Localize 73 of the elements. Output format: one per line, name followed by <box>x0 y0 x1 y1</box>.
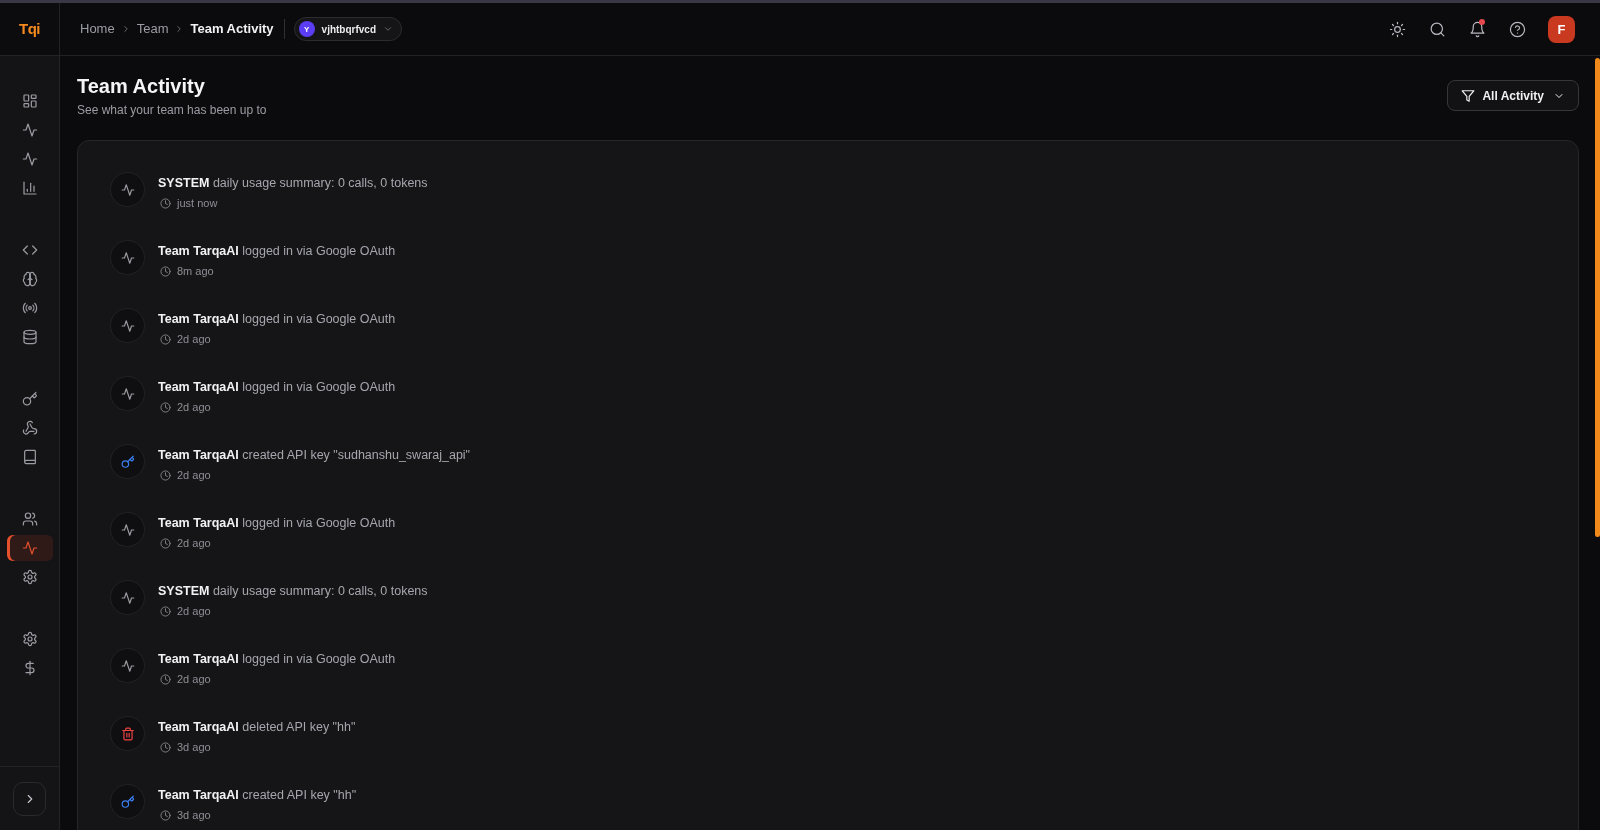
trash-icon <box>110 716 145 751</box>
activity-filter-dropdown[interactable]: All Activity <box>1447 80 1579 111</box>
activity-message: Team TarqaAI logged in via Google OAuth <box>158 379 396 396</box>
database-icon <box>21 329 38 345</box>
dashboard-icon <box>21 93 38 109</box>
activity-message: Team TarqaAI logged in via Google OAuth <box>158 515 396 532</box>
breadcrumb-link[interactable]: Team <box>136 20 169 38</box>
sidebar-nav-item[interactable] <box>6 535 53 561</box>
activity-time: 3d ago <box>177 808 211 823</box>
activity-message: Team TarqaAI logged in via Google OAuth <box>158 243 396 260</box>
help-icon <box>1508 20 1526 38</box>
pulse-icon <box>110 648 145 683</box>
activity-time: 2d ago <box>177 332 211 347</box>
page-title: Team Activity <box>77 74 206 98</box>
key-icon <box>110 444 145 479</box>
activity-message: Team TarqaAI created API key "sudhanshu_swaraj_api" <box>158 447 471 464</box>
activity-time: 2d ago <box>177 672 211 687</box>
clock-icon <box>160 265 171 277</box>
clock-icon <box>160 605 171 617</box>
activity-time: 3d ago <box>177 740 211 755</box>
clock-icon <box>160 469 171 481</box>
workspace-selector[interactable]: Y vjhtbqrfvcd <box>293 17 403 41</box>
activity-time: 2d ago <box>177 468 211 483</box>
key-icon <box>110 784 145 819</box>
bell-icon <box>1468 20 1486 38</box>
chevron-down-icon <box>383 24 394 34</box>
settings-icon <box>21 631 38 647</box>
pulse-icon <box>110 512 145 547</box>
pulse-icon <box>21 540 38 556</box>
activity-time: 2d ago <box>177 604 211 619</box>
activity-time: 2d ago <box>177 536 211 551</box>
clock-icon <box>160 401 171 413</box>
search-icon <box>1428 20 1446 38</box>
sun-icon <box>1388 20 1406 38</box>
pulse-icon <box>110 240 145 275</box>
broadcast-icon <box>21 300 38 316</box>
activity-message: Team TarqaAI logged in via Google OAuth <box>158 311 396 328</box>
pulse-icon <box>110 308 145 343</box>
pulse-icon <box>21 122 38 138</box>
clock-icon <box>160 537 171 549</box>
pulse-icon <box>110 376 145 411</box>
webhook-icon <box>21 420 38 436</box>
clock-icon <box>160 741 171 753</box>
breadcrumb-link[interactable]: Home <box>80 20 115 38</box>
key-icon <box>21 391 38 407</box>
filter-icon <box>1461 88 1476 103</box>
activity-message: Team TarqaAI deleted API key "hh" <box>158 719 356 736</box>
bar-chart-icon <box>21 180 38 196</box>
pulse-icon <box>110 580 145 615</box>
breadcrumb-link[interactable]: Team Activity <box>190 20 274 38</box>
activity-message: SYSTEM daily usage summary: 0 calls, 0 tokens <box>158 583 428 600</box>
clock-icon <box>160 673 171 685</box>
brain-icon <box>21 271 38 287</box>
workspace-avatar: Y <box>298 21 315 37</box>
clock-icon <box>160 333 171 345</box>
activity-message: Team TarqaAI logged in via Google OAuth <box>158 651 396 668</box>
scrollbar-thumb[interactable] <box>1595 58 1600 537</box>
book-icon <box>21 449 38 465</box>
settings-icon <box>21 569 38 585</box>
activity-message: Team TarqaAI created API key "hh" <box>158 787 357 804</box>
page-subtitle: See what your team has been up to <box>77 102 267 118</box>
activity-time: 2d ago <box>177 400 211 415</box>
pulse-icon <box>21 151 38 167</box>
activity-message: SYSTEM daily usage summary: 0 calls, 0 tokens <box>158 175 428 192</box>
users-icon <box>21 511 38 527</box>
activity-time: 8m ago <box>177 264 214 279</box>
pulse-icon <box>110 172 145 207</box>
user-avatar[interactable]: F <box>1548 15 1575 43</box>
logo[interactable]: Tqi <box>19 20 40 38</box>
clock-icon <box>160 809 171 821</box>
activity-time: just now <box>177 196 218 211</box>
code-icon <box>21 242 38 258</box>
clock-icon <box>160 197 171 209</box>
